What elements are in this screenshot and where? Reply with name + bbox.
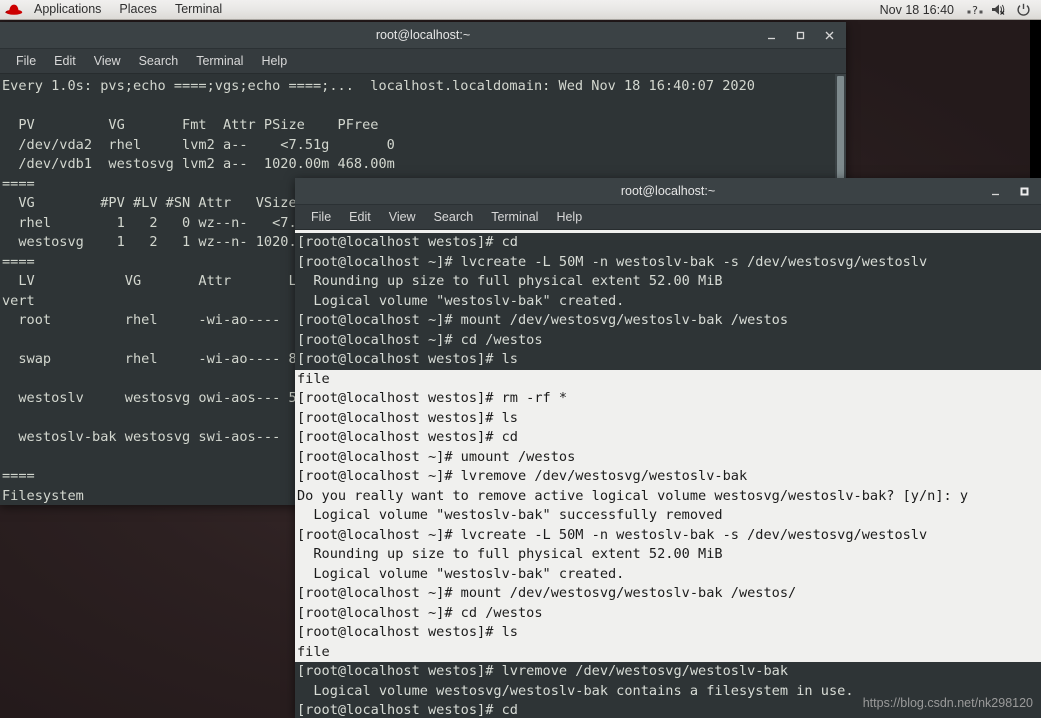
terminal-window-2[interactable]: root@localhost:~ File Edit View Search T…	[295, 178, 1041, 718]
watermark-url: https://blog.csdn.net/nk298120	[862, 696, 1033, 710]
menu-help[interactable]: Help	[252, 49, 296, 73]
menu-terminal[interactable]: Terminal	[482, 205, 547, 229]
terminal2-block-1: file [root@localhost westos]# rm -rf * […	[295, 369, 1041, 662]
minimize-button[interactable]	[989, 185, 1002, 198]
terminal2-body[interactable]: [root@localhost westos]# cd [root@localh…	[295, 230, 1041, 718]
panel-clock[interactable]: Nov 18 16:40	[872, 3, 962, 17]
terminal1-scrollbar-thumb[interactable]	[837, 76, 844, 182]
terminal2-window-controls	[989, 178, 1041, 204]
menu-edit[interactable]: Edit	[45, 49, 85, 73]
terminal2-title: root@localhost:~	[620, 184, 716, 198]
maximize-button[interactable]	[794, 29, 807, 42]
panel-menu-applications[interactable]: Applications	[25, 0, 110, 19]
menu-search[interactable]: Search	[425, 205, 483, 229]
input-method-icon[interactable]: ?	[964, 0, 986, 19]
menu-view[interactable]: View	[380, 205, 425, 229]
terminal1-menubar: File Edit View Search Terminal Help	[0, 49, 846, 74]
menu-search[interactable]: Search	[130, 49, 188, 73]
terminal1-title: root@localhost:~	[375, 28, 471, 42]
menu-view[interactable]: View	[85, 49, 130, 73]
panel-left-group: Applications Places Terminal	[0, 0, 231, 19]
panel-right-group: Nov 18 16:40 ?	[872, 0, 1041, 19]
power-icon[interactable]	[1012, 0, 1034, 19]
top-panel: Applications Places Terminal Nov 18 16:4…	[0, 0, 1041, 20]
panel-menu-terminal[interactable]: Terminal	[166, 0, 231, 19]
menu-help[interactable]: Help	[547, 205, 591, 229]
terminal2-block-0: [root@localhost westos]# cd [root@localh…	[295, 233, 1041, 370]
maximize-button[interactable]	[1018, 185, 1031, 198]
terminal1-window-controls	[765, 22, 846, 48]
redhat-logo-icon[interactable]	[3, 0, 25, 19]
minimize-button[interactable]	[765, 29, 778, 42]
terminal2-menubar: File Edit View Search Terminal Help	[295, 205, 1041, 230]
svg-text:?: ?	[972, 4, 978, 16]
menu-edit[interactable]: Edit	[340, 205, 380, 229]
menu-file[interactable]: File	[7, 49, 45, 73]
menu-terminal[interactable]: Terminal	[187, 49, 252, 73]
terminal1-titlebar[interactable]: root@localhost:~	[0, 22, 846, 49]
menu-file[interactable]: File	[302, 205, 340, 229]
terminal2-titlebar[interactable]: root@localhost:~	[295, 178, 1041, 205]
volume-muted-icon[interactable]	[988, 0, 1010, 19]
close-button[interactable]	[823, 29, 836, 42]
panel-menu-places[interactable]: Places	[110, 0, 166, 19]
